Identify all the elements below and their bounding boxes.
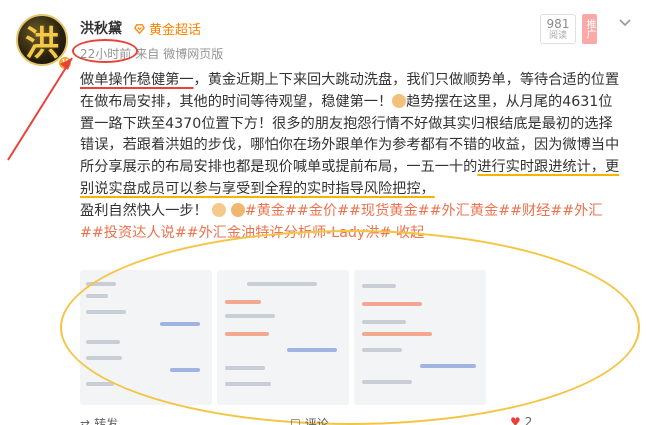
headline-phrase: 做单操作稳健第一: [80, 72, 194, 88]
verified-badge-icon: v: [58, 56, 72, 70]
author-name[interactable]: 洪秋黛: [80, 18, 122, 38]
smile-emoji-icon: [212, 202, 227, 217]
read-counter: 981 阅读: [540, 14, 576, 44]
read-label: 阅读: [548, 31, 567, 41]
source-prefix: 来自: [135, 47, 160, 61]
like-count: 2: [524, 415, 533, 425]
comment-button[interactable]: ☐ 评论: [290, 415, 329, 425]
super-topic-badge[interactable]: 黄金超话: [133, 19, 201, 38]
chevron-down-icon[interactable]: [618, 16, 632, 30]
chat-screenshot-2[interactable]: [217, 270, 349, 405]
clap-emoji-icon: [230, 202, 245, 217]
chat-screenshot-3[interactable]: [354, 270, 486, 405]
time-annotation-circle: [72, 39, 138, 63]
collapse-link[interactable]: 收起: [396, 225, 424, 241]
hashtag[interactable]: #外汇金油特许分析师-Lady洪#: [187, 225, 392, 241]
image-grid: [80, 270, 520, 410]
read-count: 981: [546, 17, 570, 31]
hashtag[interactable]: #外汇黄金#: [430, 203, 511, 219]
action-bar: ⇄ 转发 ☐ 评论 ♥ 2: [80, 415, 640, 425]
repost-label: 转发: [94, 417, 119, 425]
post-content: 做单操作稳健第一，黄金近期上下来回大跳动洗盘，我们只做顺势单，等待合适的位置在做…: [80, 70, 625, 244]
hashtag[interactable]: #金价#: [297, 203, 349, 219]
hashtag[interactable]: #黄金#: [245, 203, 297, 219]
diamond-heart-icon: [134, 24, 145, 35]
comment-icon: ☐: [290, 416, 301, 425]
like-icon: ♥: [510, 415, 521, 425]
promote-button[interactable]: 推广: [582, 14, 597, 44]
chat-screenshot-1[interactable]: [80, 270, 212, 405]
comment-label: 评论: [304, 417, 329, 425]
avatar-glyph: 洪: [25, 23, 59, 64]
hashtag[interactable]: #财经#: [510, 203, 562, 219]
repost-icon: ⇄: [80, 416, 91, 425]
super-topic-label: 黄金超话: [149, 23, 202, 38]
thumbs-up-emoji-icon: [392, 93, 407, 108]
post-source: 微博网页版: [163, 47, 224, 61]
hashtag[interactable]: #投资达人说#: [92, 225, 187, 241]
hashtag[interactable]: #现货黄金#: [349, 203, 430, 219]
like-button[interactable]: ♥ 2: [510, 415, 532, 425]
content-part-5: 盈利自然快人一步！: [80, 202, 208, 219]
repost-button[interactable]: ⇄ 转发: [80, 415, 118, 425]
